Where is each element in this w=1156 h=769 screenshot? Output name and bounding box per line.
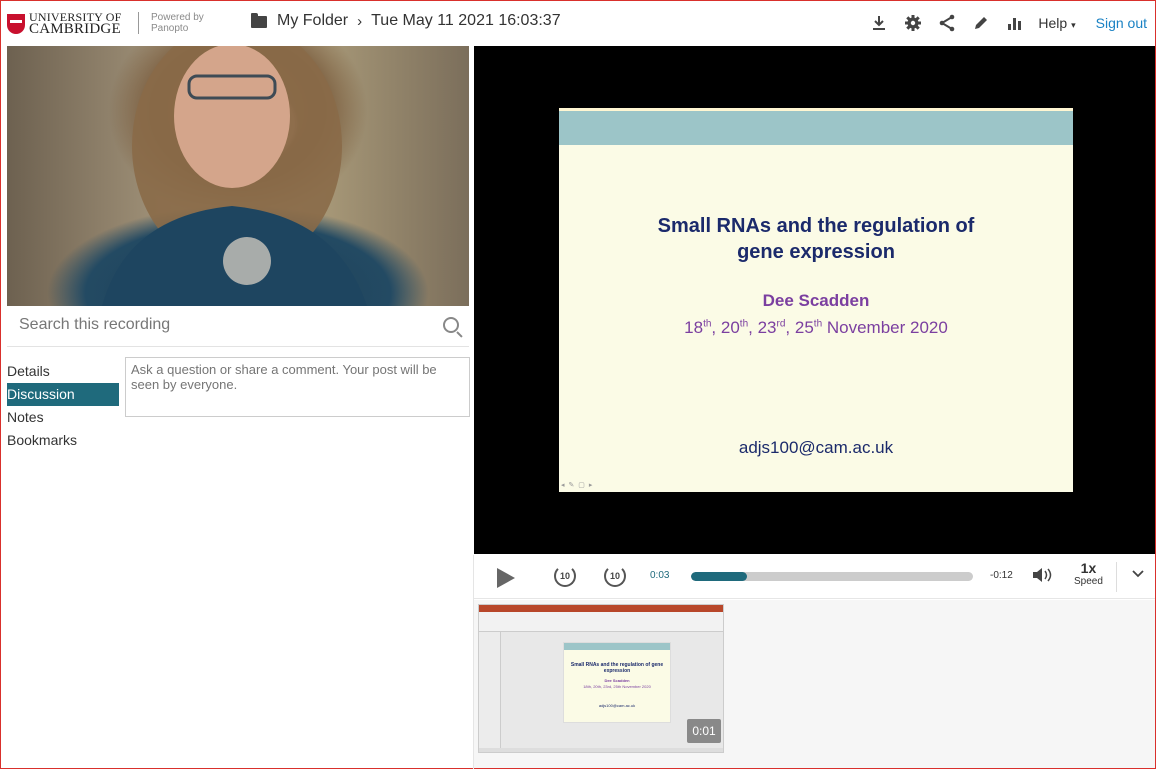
date-4-suffix: th	[813, 318, 823, 330]
forward-10-icon[interactable]: 10	[604, 565, 626, 587]
progress-fill	[691, 572, 748, 581]
speed-label: Speed	[1074, 576, 1103, 587]
help-label: Help	[1038, 15, 1068, 31]
slide-title-line1: Small RNAs and the regulation of	[657, 215, 975, 237]
search-input[interactable]	[19, 316, 419, 334]
side-tabs: Details Discussion Notes Bookmarks	[7, 360, 119, 452]
tab-label: Bookmarks	[7, 432, 78, 448]
speed-button[interactable]: 1x Speed	[1074, 561, 1103, 588]
caret-down-icon: ▾	[1071, 20, 1076, 30]
university-wordmark: UNIVERSITY OF CAMBRIDGE	[29, 11, 122, 37]
thumb-slide: Small RNAs and the regulation of gene ex…	[563, 642, 671, 723]
stats-icon[interactable]	[998, 8, 1032, 38]
thumb-slide-list	[479, 632, 501, 748]
thumb-ribbon	[479, 605, 723, 612]
current-time: 0:03	[650, 570, 670, 581]
speed-value: 1x	[1080, 560, 1097, 576]
date-2: 20	[720, 318, 740, 337]
progress-bar[interactable]	[691, 572, 973, 581]
thumb-dates: 18th, 20th, 23rd, 25th November 2020	[583, 684, 651, 689]
volume-icon[interactable]	[1032, 567, 1054, 588]
forward-label: 10	[609, 571, 620, 581]
slide-content: Small RNAs and the regulation of gene ex…	[559, 108, 1073, 492]
slide-dates: 18th, 20th, 23rd, 25th November 2020	[684, 318, 948, 337]
tab-notes[interactable]: Notes	[7, 406, 119, 429]
slide-nav-icons: ◂ ✎ ▢ ▸	[561, 482, 594, 489]
settings-icon[interactable]	[896, 8, 930, 38]
date-4: 25	[794, 318, 814, 337]
thumb-author: Dee Scadden	[604, 678, 630, 683]
slide-title: Small RNAs and the regulation of gene ex…	[559, 213, 1073, 265]
date-3: 23	[757, 318, 777, 337]
chevron-right-icon: ›	[357, 12, 363, 30]
folder-icon	[251, 13, 267, 28]
breadcrumb-session: Tue May 11 2021 16:03:37	[371, 12, 561, 29]
presenter-video[interactable]	[7, 46, 469, 306]
panel-divider	[473, 555, 474, 769]
edit-icon[interactable]	[964, 8, 998, 38]
date-3-suffix: rd	[776, 318, 786, 330]
powered-line2: Panopto	[151, 23, 189, 34]
breadcrumb: My Folder › Tue May 11 2021 16:03:37	[251, 12, 561, 30]
thumb-status-bar	[479, 748, 723, 752]
tab-label: Notes	[7, 409, 44, 425]
tab-discussion[interactable]: Discussion	[7, 383, 119, 406]
presenter-image	[102, 46, 367, 306]
university-logo[interactable]: UNIVERSITY OF CAMBRIDGE	[7, 11, 122, 37]
breadcrumb-folder[interactable]: My Folder	[277, 12, 348, 30]
controls-divider	[1116, 562, 1117, 592]
logo-divider	[138, 12, 139, 34]
thumb-email: adjs100@cam.ac.uk	[598, 703, 636, 708]
date-1: 18	[684, 318, 704, 337]
toolbar: Help ▾ Sign out	[862, 8, 1147, 38]
top-bar: UNIVERSITY OF CAMBRIDGE Powered by Panop…	[1, 1, 1155, 45]
tab-details[interactable]: Details	[7, 360, 119, 383]
slide-header-bar	[559, 111, 1073, 145]
date-2-suffix: th	[739, 318, 749, 330]
thumb-title: Small RNAs and the regulation of gene ex…	[570, 662, 664, 674]
remaining-time: -0:12	[990, 570, 1013, 581]
slide-thumbnail[interactable]: Small RNAs and the regulation of gene ex…	[478, 604, 724, 753]
thumbnail-strip: Small RNAs and the regulation of gene ex…	[474, 600, 1155, 768]
tab-label: Details	[7, 363, 50, 379]
tab-label: Discussion	[7, 386, 75, 402]
slide-author: Dee Scadden	[762, 291, 870, 310]
chevron-down-icon[interactable]	[1132, 566, 1144, 581]
rewind-label: 10	[559, 571, 570, 581]
crest-icon	[7, 14, 25, 34]
date-1-suffix: th	[703, 318, 712, 330]
playback-controls: 10 10 0:03 -0:12 1x Speed	[474, 555, 1155, 599]
download-icon[interactable]	[862, 8, 896, 38]
powered-by-panopto[interactable]: Powered by Panopto	[151, 12, 204, 34]
date-month: November 2020	[826, 318, 948, 337]
thumb-toolbar	[479, 612, 723, 632]
powered-line1: Powered by	[151, 12, 204, 23]
slide-title-line2: gene expression	[737, 241, 895, 263]
thumb-slide-bar	[564, 643, 670, 650]
play-icon[interactable]	[497, 568, 515, 588]
university-line2: CAMBRIDGE	[29, 21, 121, 37]
rewind-10-icon[interactable]: 10	[554, 565, 576, 587]
thumbnail-time: 0:01	[687, 719, 721, 743]
discussion-input[interactable]	[125, 357, 470, 417]
tab-bookmarks[interactable]: Bookmarks	[7, 429, 119, 452]
search-bar	[7, 307, 469, 347]
help-menu[interactable]: Help ▾	[1038, 15, 1075, 31]
sign-out-link[interactable]: Sign out	[1096, 15, 1147, 31]
slide-email: adjs100@cam.ac.uk	[738, 438, 894, 457]
search-icon[interactable]	[443, 317, 459, 333]
share-icon[interactable]	[930, 8, 964, 38]
